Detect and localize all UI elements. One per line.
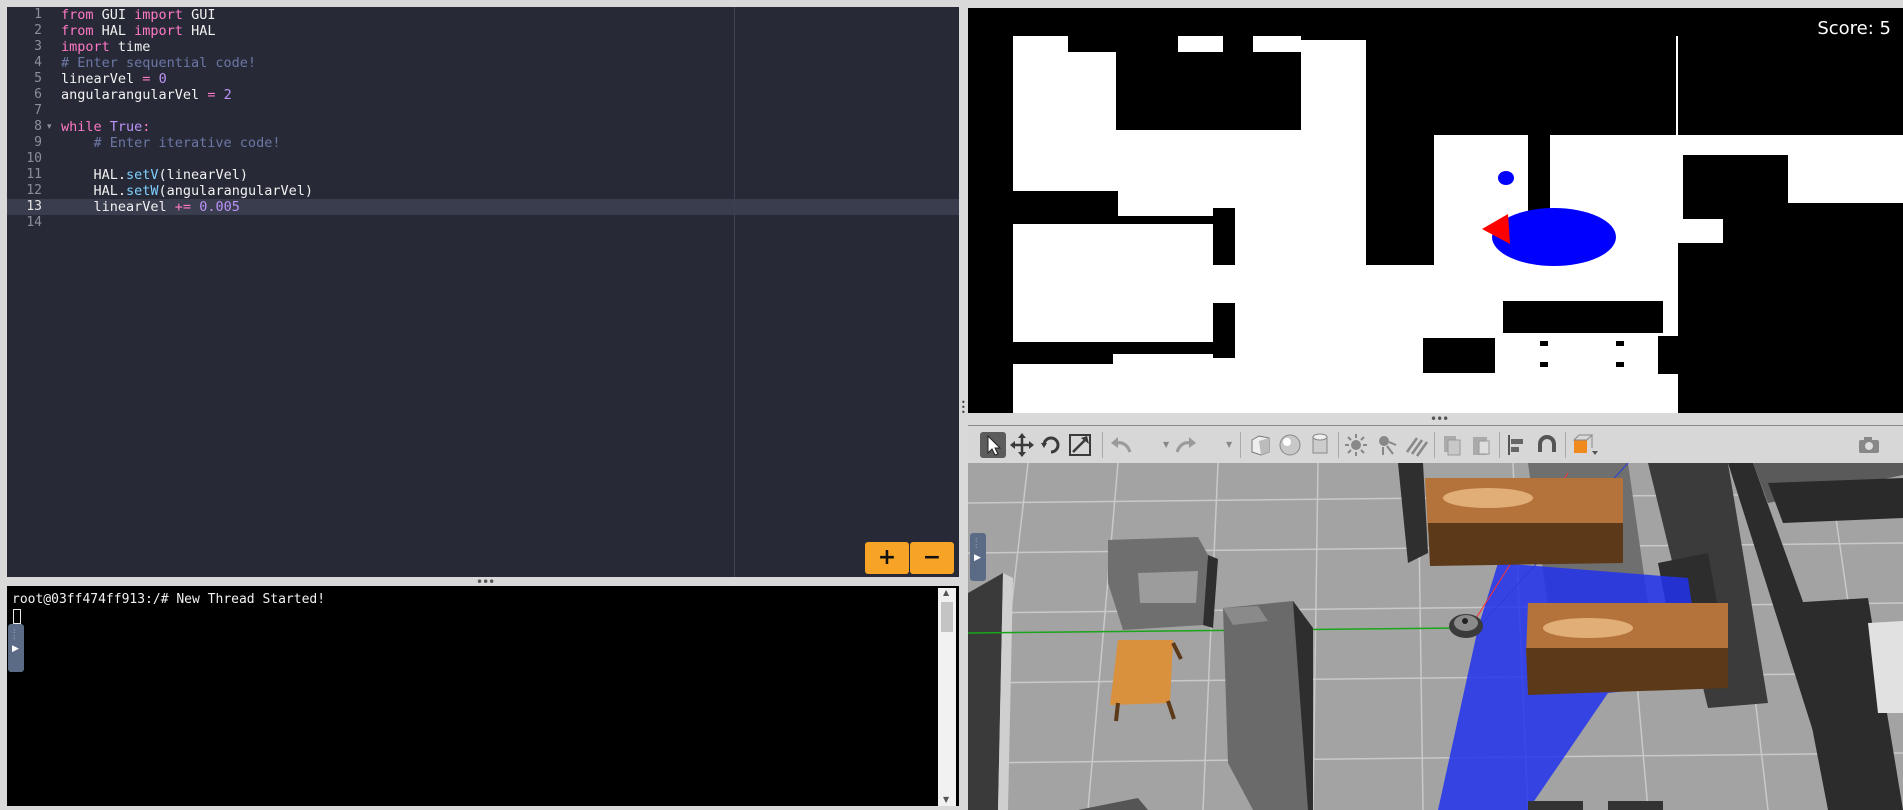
- code-line: # Enter sequential code!: [61, 55, 257, 71]
- line-number: 10: [26, 151, 42, 166]
- code-line: from HAL import HAL: [61, 23, 216, 39]
- redo-icon[interactable]: [1173, 432, 1199, 458]
- target-ellipse: [1492, 208, 1616, 266]
- grip-dots-icon: ::: [13, 627, 16, 641]
- gazebo-side-panel-toggle[interactable]: :: ▶: [970, 533, 986, 581]
- undo-dropdown-icon[interactable]: ▼: [1163, 440, 1169, 449]
- sphere-icon[interactable]: [1277, 432, 1303, 458]
- 3d-scene: [968, 463, 1903, 810]
- paste-icon[interactable]: [1468, 432, 1494, 458]
- grip-dots-icon: ::: [975, 536, 978, 550]
- snap-icon[interactable]: [1534, 432, 1560, 458]
- line-number: 4: [34, 55, 42, 70]
- translate-icon[interactable]: [1009, 432, 1035, 458]
- line-number: 7: [34, 103, 42, 118]
- spot-light-icon[interactable]: [1373, 432, 1399, 458]
- code-editor[interactable]: 1 2 3 4 5 6 7 8 9 10 11 12 13 14 ▾ from …: [7, 7, 959, 577]
- code-line: linearVel = 0: [61, 71, 167, 87]
- scroll-up-arrow-icon[interactable]: ▲: [943, 588, 949, 597]
- 3d-walls: [1608, 801, 1663, 810]
- line-number: 9: [34, 135, 42, 150]
- screenshot-icon[interactable]: [1856, 432, 1882, 458]
- toolbar-separator: [1434, 432, 1435, 458]
- rotate-icon[interactable]: [1038, 432, 1064, 458]
- undo-icon[interactable]: [1108, 432, 1134, 458]
- occupancy-map: [1013, 28, 1903, 413]
- zoom-in-button[interactable]: +: [865, 542, 909, 574]
- align-icon[interactable]: [1504, 432, 1530, 458]
- code-line: while True:: [61, 119, 151, 135]
- expand-arrow-icon: ▶: [974, 553, 981, 563]
- line-number: 1: [34, 7, 42, 22]
- directional-light-icon[interactable]: [1403, 432, 1429, 458]
- box-icon[interactable]: [1247, 432, 1273, 458]
- line-number: 13: [26, 199, 42, 214]
- target-dot: [1498, 171, 1514, 185]
- gazebo-toolbar: ▼ ▼: [968, 425, 1903, 464]
- code-line: import time: [61, 39, 151, 55]
- select-arrow-icon[interactable]: [980, 432, 1006, 458]
- code-line: # Enter iterative code!: [61, 135, 281, 151]
- line-number: 5: [34, 71, 42, 86]
- line-number: 3: [34, 39, 42, 54]
- view-angle-icon[interactable]: [1570, 432, 1598, 458]
- expand-arrow-icon: ▶: [12, 644, 19, 654]
- gazebo-3d-viewer[interactable]: ▼ ▼:: ▶: [968, 425, 1903, 810]
- map-viewer: Score: 5: [968, 8, 1903, 413]
- scale-icon[interactable]: [1067, 432, 1093, 458]
- score-label: Score: 5: [1817, 18, 1891, 39]
- line-number-gutter: 1 2 3 4 5 6 7 8 9 10 11 12 13 14 ▾: [7, 7, 52, 577]
- line-number: 2: [34, 23, 42, 38]
- toolbar-separator: [1338, 432, 1339, 458]
- map-gazebo-splitter-handle[interactable]: •••: [1430, 412, 1449, 426]
- print-margin: [734, 7, 735, 577]
- copy-icon[interactable]: [1439, 432, 1465, 458]
- code-line: from GUI import GUI: [61, 7, 216, 23]
- line-number: 6: [34, 87, 42, 102]
- terminal-output: root@03ff474ff913:/# New Thread Started!: [12, 592, 326, 607]
- cylinder-icon[interactable]: [1307, 432, 1333, 458]
- toolbar-separator: [1102, 432, 1103, 458]
- code-line: HAL.setW(angularangularVel): [61, 183, 313, 199]
- redo-dropdown-icon[interactable]: ▼: [1226, 440, 1232, 449]
- robot-model: [1449, 614, 1483, 638]
- font-zoom-controls: + −: [865, 542, 954, 574]
- terminal-scrollbar-thumb[interactable]: [941, 602, 953, 632]
- wooden-cabinet: [1526, 603, 1728, 695]
- 3d-walls: [1528, 801, 1583, 810]
- toplbar-separator: [1240, 432, 1241, 458]
- vertical-splitter-handle[interactable]: • • •: [961, 399, 966, 420]
- point-light-icon[interactable]: [1343, 432, 1369, 458]
- toolbar-separator: [1565, 432, 1566, 458]
- fold-toggle-icon[interactable]: ▾: [47, 122, 52, 132]
- wooden-cabinet: [1425, 478, 1623, 566]
- toolbar-separator: [1499, 432, 1500, 458]
- code-line: angularangularVel = 2: [61, 87, 232, 103]
- terminal-console[interactable]: root@03ff474ff913:/# New Thread Started!: [7, 586, 959, 806]
- scroll-down-arrow-icon[interactable]: ▼: [943, 795, 949, 804]
- side-panel-toggle-button[interactable]: :: ▶: [8, 624, 24, 672]
- zoom-out-button[interactable]: −: [910, 542, 954, 574]
- line-number: 14: [26, 215, 42, 230]
- line-number: 8: [34, 119, 42, 134]
- terminal-cursor: [13, 609, 21, 624]
- line-number: 12: [26, 183, 42, 198]
- code-line: HAL.setV(linearVel): [61, 167, 248, 183]
- code-line: linearVel += 0.005: [61, 199, 240, 215]
- line-number: 11: [26, 167, 42, 182]
